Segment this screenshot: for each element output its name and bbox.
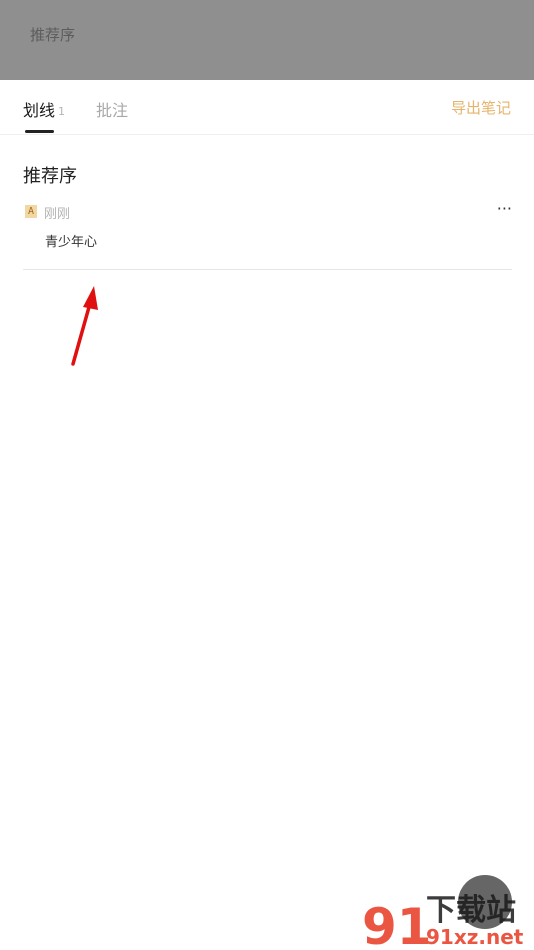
- tab-annotations-label: 批注: [96, 101, 129, 120]
- tab-highlights[interactable]: 划线 1: [23, 97, 65, 121]
- chapter-title: 推荐序: [23, 166, 77, 187]
- export-notes-button[interactable]: 导出笔记: [451, 97, 511, 118]
- tab-annotations[interactable]: 批注: [96, 97, 128, 121]
- tab-highlights-label: 划线: [23, 101, 56, 120]
- highlight-text: 青少年心: [45, 235, 98, 250]
- dimmed-header: 推荐序: [0, 0, 534, 80]
- tab-bar: 划线 1 批注 导出笔记: [0, 80, 534, 135]
- highlight-list-item[interactable]: A 刚刚 ··· 青少年心: [23, 199, 512, 270]
- site-watermark: 91 下载站 91xz.net: [362, 893, 524, 948]
- watermark-logo: 91: [362, 898, 432, 948]
- tab-highlights-count: 1: [58, 105, 66, 118]
- more-options-button[interactable]: ···: [497, 199, 512, 218]
- watermark-bottom-text: 91xz.net: [426, 925, 524, 948]
- active-tab-indicator: [25, 130, 54, 133]
- header-title: 推荐序: [30, 26, 76, 44]
- watermark-top-text: 下载站: [426, 893, 516, 928]
- note-timestamp: 刚刚: [44, 207, 71, 222]
- red-arrow-annotation: [71, 286, 98, 366]
- highlight-type-icon: A: [25, 205, 37, 218]
